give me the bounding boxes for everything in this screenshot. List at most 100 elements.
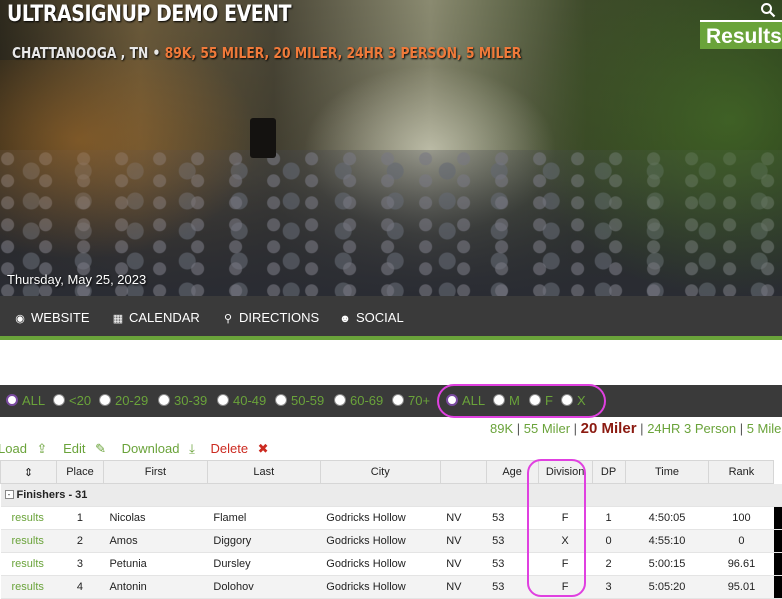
age-filter-under20[interactable]: <20 [53, 385, 91, 417]
event-nav-bar: ◉ WEBSITE ▦ CALENDAR ⚲ DIRECTIONS ☻ SOCIAL [0, 296, 782, 340]
radio-icon[interactable] [217, 394, 229, 406]
age-filter-label: 40-49 [233, 393, 267, 408]
column-header-state[interactable] [439, 460, 487, 484]
age-filter-70plus[interactable]: 70+ [392, 385, 430, 417]
distance-tab-20-miler[interactable]: 20 Miler [581, 420, 637, 437]
cell-state: NV [440, 552, 487, 576]
nav-directions[interactable]: ⚲ DIRECTIONS [222, 296, 319, 340]
edit-icon: ✎ [95, 441, 107, 456]
cell-city: Godricks Hollow [320, 575, 441, 599]
column-header-first[interactable]: First [102, 460, 208, 484]
nav-website-label: WEBSITE [31, 310, 90, 325]
event-location[interactable]: CHATTANOOGA , TN [12, 44, 148, 62]
cell-place: 3 [56, 552, 104, 576]
column-header-dp[interactable]: DP [591, 460, 626, 484]
nav-calendar-label: CALENDAR [129, 310, 200, 325]
cell-age: 53 [486, 552, 539, 576]
age-filter-all[interactable]: ALL [6, 385, 45, 417]
cell-dp: 2 [592, 552, 626, 576]
column-header-rank[interactable]: Rank [708, 460, 775, 484]
radio-icon[interactable] [53, 394, 65, 406]
group-label-text: Finishers - 31 [16, 489, 88, 501]
cell-place: 1 [56, 506, 104, 530]
table-row: results 3 Petunia Dursley Godricks Hollo… [0, 552, 782, 576]
distance-tab-55-miler[interactable]: 55 Miler [524, 421, 570, 436]
column-header-extra [773, 460, 782, 484]
distance-tab-89k[interactable]: 89K [490, 421, 513, 436]
event-title: ULTRASIGNUP DEMO EVENT [7, 2, 292, 27]
cell-rank: 95.01 [708, 575, 774, 599]
globe-icon: ◉ [15, 313, 25, 325]
cell-first: Antonin [103, 575, 208, 599]
nav-calendar[interactable]: ▦ CALENDAR [112, 296, 200, 340]
column-header-city[interactable]: City [319, 460, 441, 484]
age-filter-60-69[interactable]: 60-69 [334, 385, 383, 417]
age-filter-label: 60-69 [350, 393, 384, 408]
edit-button[interactable]: Edit ✎ [63, 441, 112, 456]
download-label: Download [121, 441, 180, 456]
delete-button[interactable]: Delete ✖ [210, 441, 274, 456]
age-filter-40-49[interactable]: 40-49 [217, 385, 266, 417]
results-link[interactable]: results [0, 529, 57, 553]
column-header-place[interactable]: Place [55, 460, 104, 484]
event-subtitle: CHATTANOOGA , TN • 89K, 55 MILER, 20 MIL… [12, 44, 521, 62]
radio-icon[interactable] [6, 394, 18, 406]
age-filter-label: 50-59 [291, 393, 325, 408]
cell-time: 5:05:20 [625, 575, 709, 599]
cell-city: Godricks Hollow [320, 529, 441, 553]
nav-social[interactable]: ☻ SOCIAL [339, 296, 403, 340]
radio-icon[interactable] [99, 394, 111, 406]
cell-division: F [538, 552, 593, 576]
group-row-finishers[interactable]: - Finishers - 31 [0, 483, 782, 507]
edit-label: Edit [63, 441, 86, 456]
collapse-toggle[interactable]: - [4, 490, 14, 499]
column-header-time[interactable]: Time [624, 460, 710, 484]
event-distances: 89K, 55 MILER, 20 MILER, 24HR 3 PERSON, … [164, 44, 522, 62]
map-marker-icon: ⚲ [223, 313, 233, 325]
cell-rank: 96.61 [708, 552, 774, 576]
cell-time: 4:50:05 [625, 506, 709, 530]
cell-state: NV [440, 529, 487, 553]
cell-state: NV [440, 575, 487, 599]
results-link[interactable]: results [0, 506, 57, 530]
column-header-last[interactable]: Last [206, 460, 321, 484]
users-icon: ☻ [339, 313, 351, 325]
age-filter-30-39[interactable]: 30-39 [158, 385, 207, 417]
search-icon[interactable] [760, 2, 776, 18]
download-button[interactable]: Download ⤓ [122, 441, 201, 456]
distance-tab-24hr-3-person[interactable]: 24HR 3 Person [647, 421, 736, 436]
cell-extra [773, 552, 782, 576]
radio-icon[interactable] [334, 394, 346, 406]
age-filter-label: 70+ [408, 393, 431, 408]
radio-icon[interactable] [392, 394, 404, 406]
filter-bar: ALL <20 20-29 30-39 40-49 50-59 60-69 70… [0, 385, 782, 417]
radio-icon[interactable] [275, 394, 287, 406]
results-link[interactable]: results [0, 575, 57, 599]
cell-last: Diggory [207, 529, 321, 553]
age-filter-label: ALL [22, 393, 46, 408]
distance-tab-5-miler[interactable]: 5 Miler [747, 421, 782, 436]
radio-icon[interactable] [158, 394, 170, 406]
cell-city: Godricks Hollow [320, 506, 441, 530]
load-button[interactable]: Load ⇪ [0, 441, 53, 456]
cell-last: Dolohov [207, 575, 321, 599]
sort-column-header[interactable]: ⇕ [0, 460, 57, 484]
age-filter-20-29[interactable]: 20-29 [99, 385, 148, 417]
cell-rank: 100 [708, 506, 774, 530]
column-header-age[interactable]: Age [485, 460, 539, 484]
results-link[interactable]: results [0, 552, 57, 576]
tab-separator: | [573, 421, 578, 436]
nav-website[interactable]: ◉ WEBSITE [14, 296, 90, 340]
cell-city: Godricks Hollow [320, 552, 441, 576]
cell-last: Flamel [207, 506, 321, 530]
gender-filter-highlight [437, 384, 606, 418]
column-header-division[interactable]: Division [537, 460, 593, 484]
cell-age: 53 [486, 506, 539, 530]
tab-separator: | [739, 421, 744, 436]
age-filter-50-59[interactable]: 50-59 [275, 385, 324, 417]
results-table: ⇕ Place First Last City Age Division DP … [0, 460, 782, 599]
cell-last: Dursley [207, 552, 321, 576]
cell-division: X [538, 529, 593, 553]
table-row: results 4 Antonin Dolohov Godricks Hollo… [0, 575, 782, 599]
cell-state: NV [440, 506, 487, 530]
